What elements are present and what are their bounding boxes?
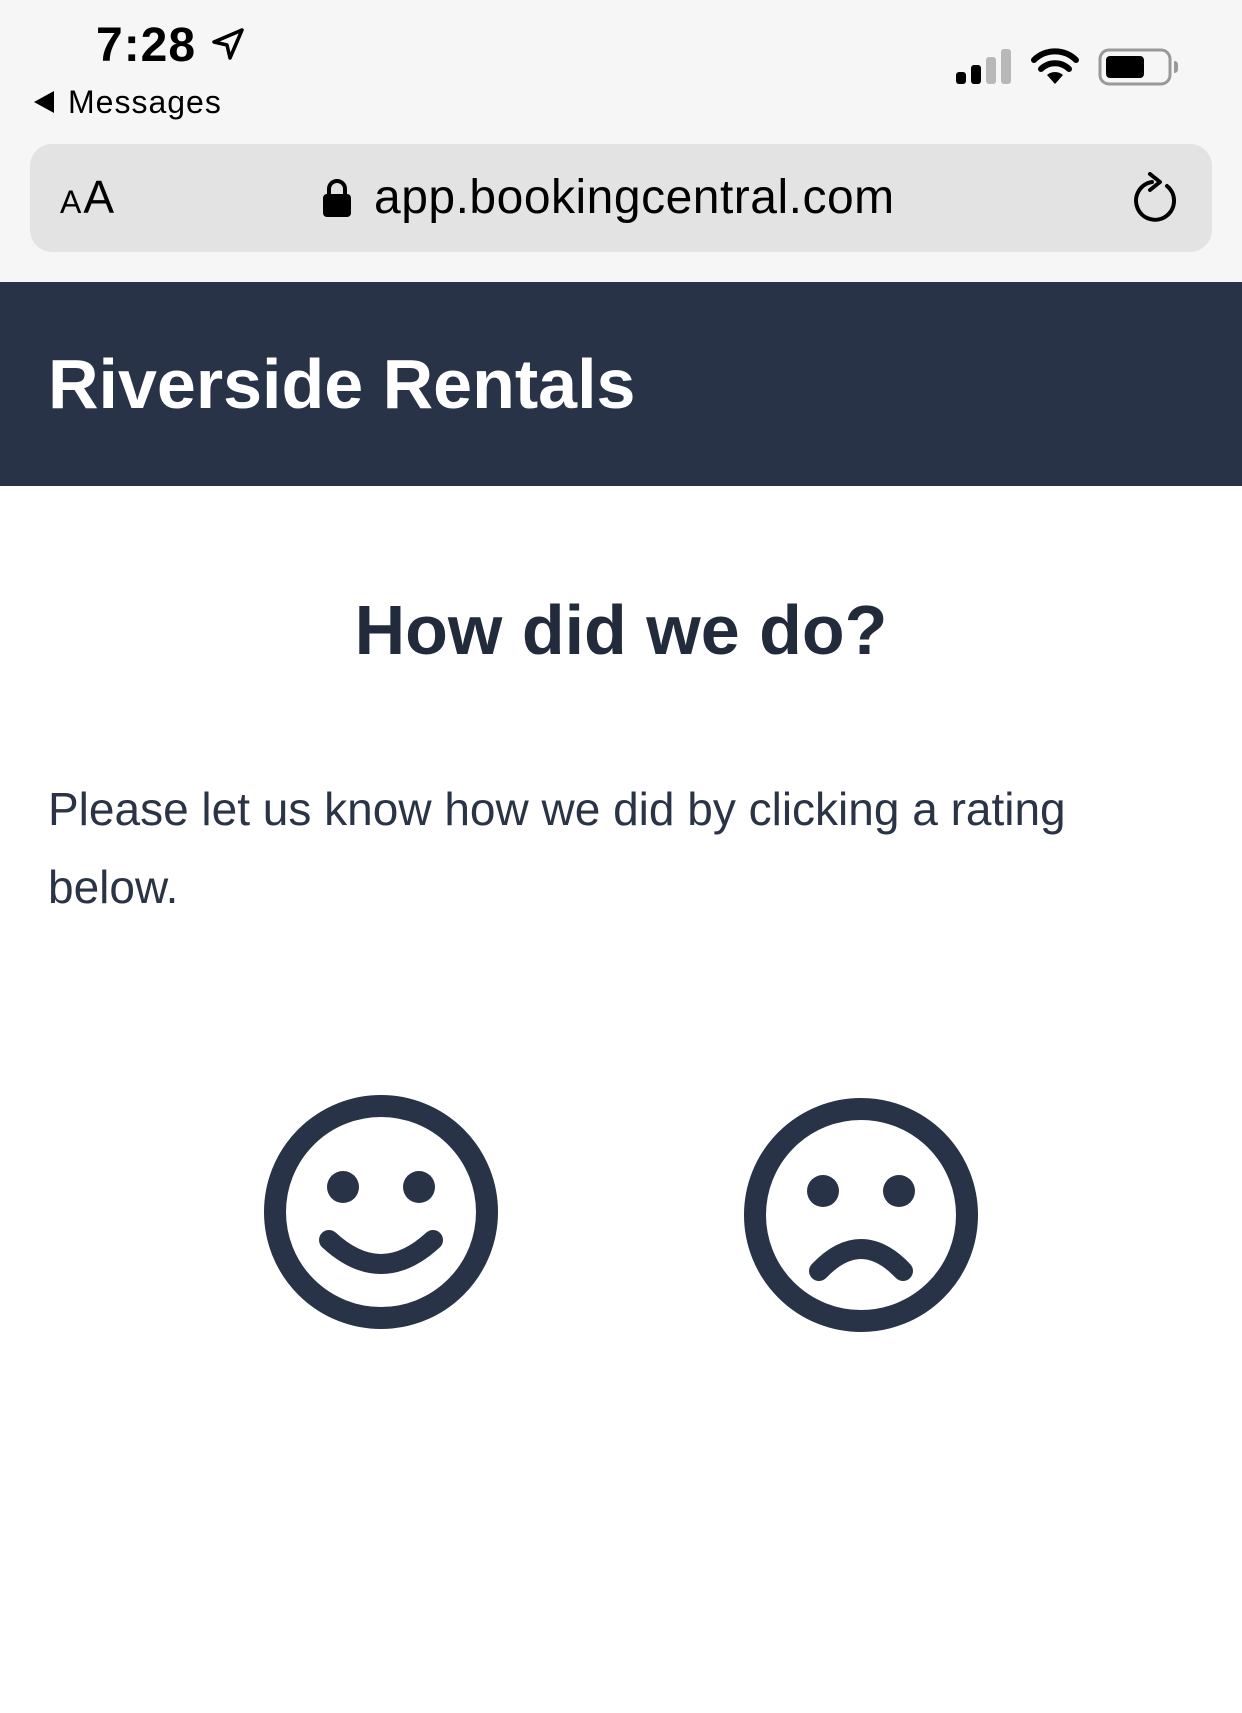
back-triangle-icon	[34, 91, 54, 113]
cellular-signal-icon	[956, 49, 1011, 84]
feedback-heading: How did we do?	[354, 591, 888, 669]
site-title: Riverside Rentals	[48, 345, 636, 423]
back-app-label: Messages	[68, 84, 222, 120]
positive-rating-button[interactable]	[261, 1092, 501, 1332]
text-size-small-letter: A	[60, 184, 82, 220]
text-size-large-letter: A	[83, 171, 115, 223]
location-arrow-icon	[212, 28, 244, 60]
lock-icon	[323, 179, 351, 217]
reload-icon[interactable]	[1130, 172, 1182, 228]
site-header: Riverside Rentals	[0, 282, 1242, 486]
back-to-app-link[interactable]: Messages	[32, 82, 222, 122]
status-bar: 7:28 Messages A A app.bookingcentral.com	[0, 0, 1242, 282]
feedback-instruction: Please let us know how we did by clickin…	[48, 783, 1066, 913]
wifi-icon	[1031, 48, 1079, 84]
url-text: app.bookingcentral.com	[374, 171, 895, 224]
status-time: 7:28	[96, 19, 197, 72]
sad-face-icon	[744, 1098, 978, 1332]
negative-rating-button[interactable]	[741, 1095, 981, 1335]
text-size-button[interactable]: A A	[60, 170, 114, 226]
smiley-face-icon	[264, 1095, 498, 1329]
url-field[interactable]: app.bookingcentral.com	[322, 166, 895, 230]
battery-icon	[1098, 48, 1178, 86]
address-bar: A A app.bookingcentral.com	[30, 144, 1212, 252]
